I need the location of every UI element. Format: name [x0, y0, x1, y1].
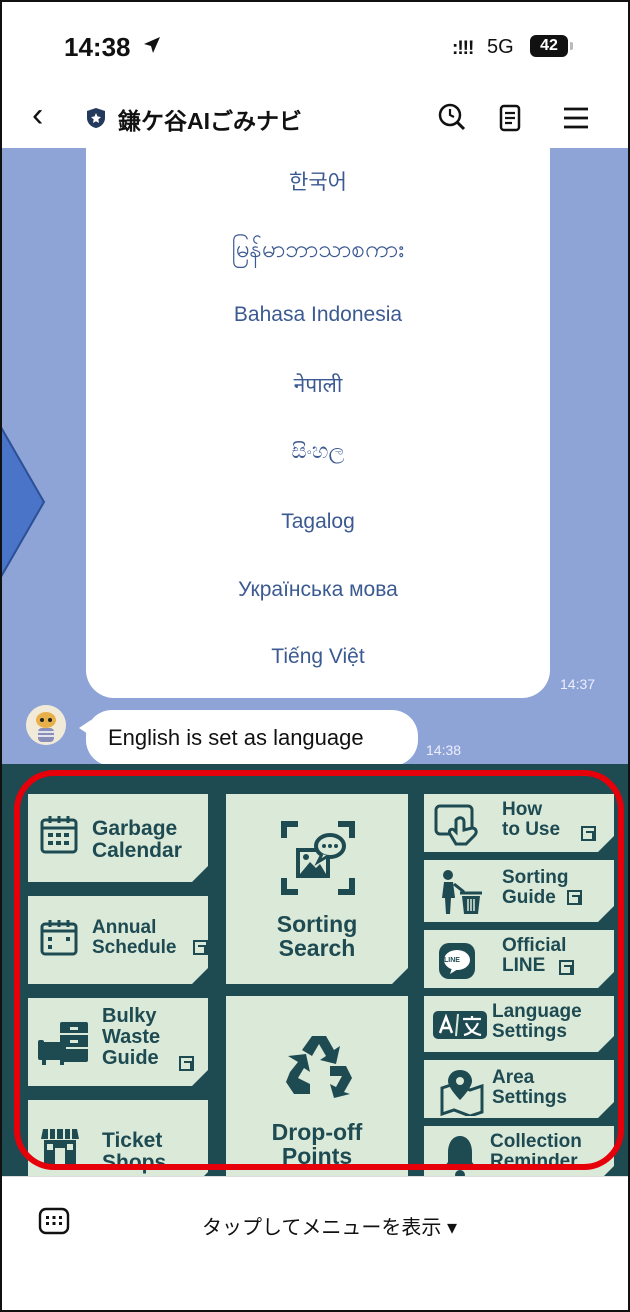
- sorting-guide-button[interactable]: Sorting Guide: [422, 858, 616, 924]
- card-timestamp: 14:37: [560, 676, 596, 692]
- image-search-icon: [281, 821, 355, 895]
- drop-off-points-label: Drop-off Points: [271, 1119, 363, 1170]
- how-to-use-button[interactable]: How to Use: [422, 792, 616, 854]
- calendar-icon: [40, 816, 78, 854]
- language-settings-label: Language Settings: [492, 1001, 582, 1042]
- language-option-sinhala[interactable]: සිංහල: [86, 440, 550, 464]
- language-translate-icon: [433, 1011, 487, 1039]
- area-settings-label: Area Settings: [492, 1067, 567, 1108]
- collection-reminder-button[interactable]: Collection Reminder: [422, 1124, 616, 1184]
- language-option-tagalog[interactable]: Tagalog: [86, 510, 550, 534]
- bulky-waste-guide-button[interactable]: Bulky Waste Guide: [26, 996, 210, 1088]
- collection-reminder-label: Collection Reminder: [490, 1131, 582, 1172]
- sorting-search-label: Sorting Search: [276, 911, 358, 962]
- bot-avatar: [26, 705, 66, 745]
- rich-menu: Garbage Calendar Annual Schedule Bulky W…: [2, 764, 628, 1194]
- bottom-bar: タップしてメニューを表示 ▾: [2, 1176, 628, 1310]
- signal-indicator: :!!!: [452, 38, 474, 59]
- network-indicator: 5G: [487, 36, 514, 58]
- shop-icon: [41, 1129, 79, 1164]
- external-link-icon: [559, 960, 574, 975]
- chat-header: ‹ 鎌ケ谷AIごみナビ: [2, 90, 628, 148]
- drop-off-points-button[interactable]: Drop-off Points: [224, 994, 410, 1194]
- battery-indicator: 42: [530, 35, 573, 57]
- notes-icon[interactable]: [492, 100, 528, 136]
- language-selection-card: 한국어 မြန်မာဘာသာစကား Bahasa Indonesia नेपा…: [86, 148, 550, 698]
- external-link-icon: [581, 826, 596, 841]
- external-link-icon: [179, 1056, 194, 1071]
- language-option-ukrainian[interactable]: Українська мова: [86, 578, 550, 602]
- sorting-search-button[interactable]: Sorting Search: [224, 792, 410, 986]
- message-timestamp: 14:38: [426, 742, 462, 758]
- chat-message-text: English is set as language: [108, 725, 364, 750]
- official-line-button[interactable]: LINE Official LINE: [422, 928, 616, 990]
- bulky-waste-guide-label: Bulky Waste Guide: [102, 1005, 161, 1069]
- person-trash-icon: [442, 870, 482, 914]
- sorting-guide-label: Sorting Guide: [502, 867, 569, 908]
- status-time: 14:38: [64, 32, 131, 62]
- official-line-label: Official LINE: [502, 935, 567, 976]
- status-bar: 14:38 :!!! 5G 42: [2, 2, 628, 90]
- chat-title: 鎌ケ谷AIごみナビ: [118, 108, 302, 134]
- location-arrow-icon: [144, 37, 160, 53]
- back-icon[interactable]: ‹: [32, 96, 43, 135]
- language-option-vietnamese[interactable]: Tiếng Việt: [86, 645, 550, 669]
- schedule-calendar-icon: [40, 920, 78, 956]
- area-settings-button[interactable]: Area Settings: [422, 1058, 616, 1120]
- language-option-korean[interactable]: 한국어: [86, 166, 550, 196]
- how-to-use-label: How to Use: [502, 799, 561, 840]
- chat-message-bubble: English is set as language: [79, 710, 418, 764]
- language-option-burmese[interactable]: မြန်မာဘာသာစကား: [86, 233, 550, 269]
- bell-icon: [442, 1136, 478, 1180]
- annotation-arrow: [2, 426, 46, 578]
- show-menu-toggle[interactable]: タップしてメニューを表示 ▾: [202, 1211, 457, 1240]
- search-history-icon[interactable]: [434, 100, 470, 136]
- external-link-icon: [567, 890, 582, 905]
- garbage-calendar-button[interactable]: Garbage Calendar: [26, 792, 210, 884]
- recycle-icon: [286, 1036, 352, 1098]
- ticket-shops-label: Ticket Shops: [102, 1129, 167, 1175]
- external-link-icon: [193, 940, 208, 955]
- language-settings-button[interactable]: Language Settings: [422, 994, 616, 1054]
- garbage-calendar-label: Garbage Calendar: [92, 817, 182, 863]
- line-badge-text: LINE: [444, 957, 460, 964]
- furniture-icon: [38, 1022, 88, 1065]
- phone-screen: 14:38 :!!! 5G 42 ‹ 鎌ケ谷AIごみナビ 한국어 မြန်မာဘ…: [0, 0, 630, 1312]
- menu-hamburger-icon[interactable]: [558, 100, 594, 136]
- language-option-nepali[interactable]: नेपाली: [86, 371, 550, 399]
- chat-area: 한국어 မြန်မာဘာသာစကား Bahasa Indonesia नेपा…: [2, 148, 628, 764]
- phone-tap-icon: [434, 804, 478, 846]
- annual-schedule-button[interactable]: Annual Schedule: [26, 894, 210, 986]
- map-pin-icon: [440, 1070, 484, 1116]
- keyboard-icon[interactable]: [38, 1207, 70, 1235]
- annual-schedule-label: Annual Schedule: [92, 917, 177, 958]
- shield-badge-icon: [87, 108, 105, 128]
- language-option-indonesian[interactable]: Bahasa Indonesia: [86, 303, 550, 327]
